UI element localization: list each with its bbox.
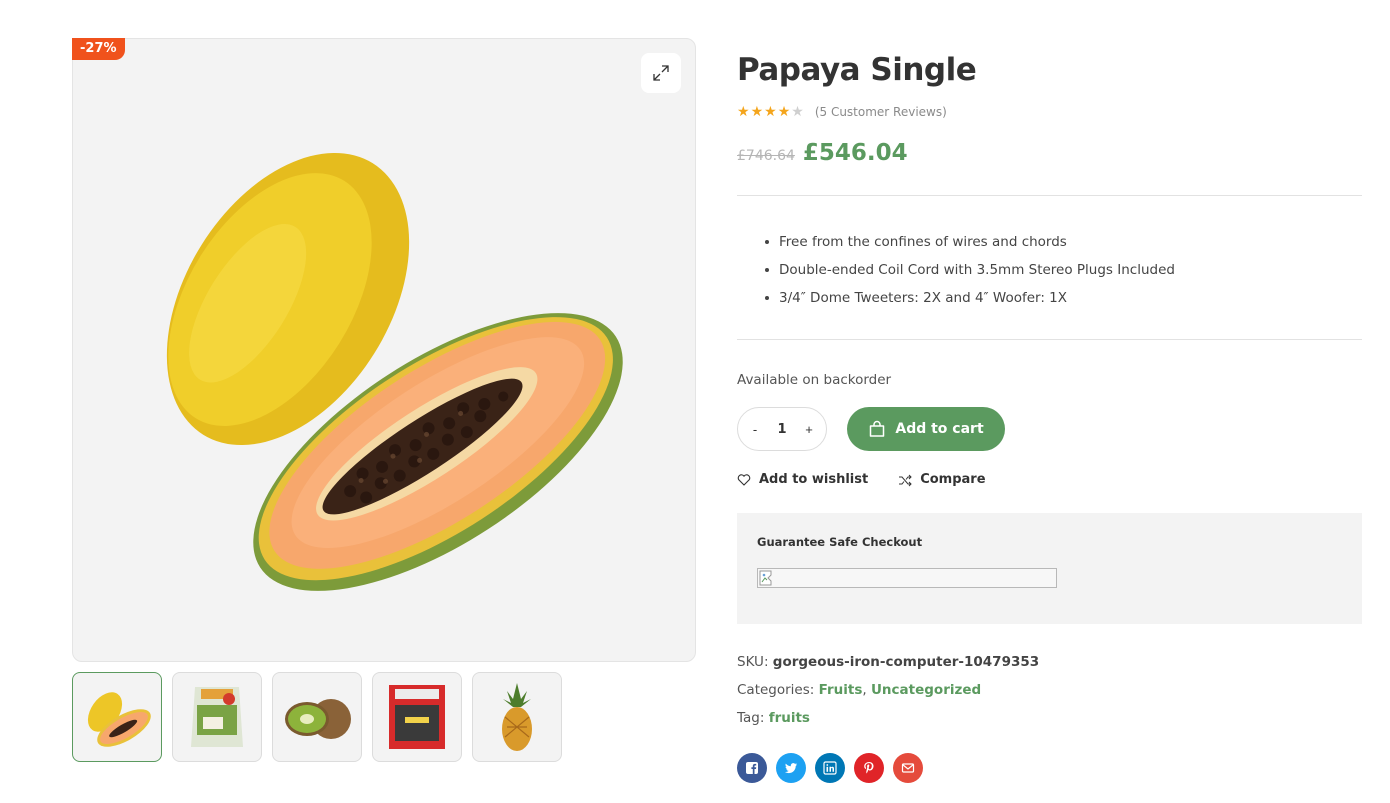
feature-item: 3/4″ Dome Tweeters: 2X and 4″ Woofer: 1X <box>765 284 1175 312</box>
stock-status: Available on backorder <box>737 372 892 388</box>
product-title: Papaya Single <box>737 52 977 88</box>
category-separator: , <box>862 682 867 698</box>
add-to-cart-label: Add to cart <box>895 421 984 437</box>
compare-button[interactable]: Compare <box>898 472 986 487</box>
thumbnail-pineapple[interactable] <box>472 672 562 762</box>
product-actions: Add to wishlist Compare <box>737 472 986 487</box>
share-twitter-button[interactable] <box>776 753 806 783</box>
old-price: £746.64 <box>737 148 795 164</box>
categories-row: Categories: Fruits, Uncategorized <box>737 676 1039 704</box>
pinterest-icon <box>864 762 874 774</box>
payment-methods-image <box>757 568 1057 588</box>
star-filled-icon: ★ <box>737 104 750 120</box>
red-pack-thumb-image <box>389 685 445 749</box>
product-rating: ★ ★ ★ ★ ★ (5 Customer Reviews) <box>737 104 947 120</box>
add-to-cart-button[interactable]: Add to cart <box>847 407 1005 451</box>
linkedin-icon <box>823 761 837 775</box>
discount-badge: -27% <box>72 38 125 60</box>
product-price: £746.64 £546.04 <box>737 140 908 166</box>
email-icon <box>901 763 915 773</box>
shuffle-icon <box>899 474 912 486</box>
sku-value: gorgeous-iron-computer-10479353 <box>772 654 1040 670</box>
category-link-fruits[interactable]: Fruits <box>819 682 863 698</box>
product-meta: SKU: gorgeous-iron-computer-10479353 Cat… <box>737 648 1039 732</box>
tag-label: Tag: <box>737 710 765 726</box>
sku-label: SKU: <box>737 654 769 670</box>
zoom-button[interactable] <box>641 53 681 93</box>
sale-price: £546.04 <box>802 140 908 166</box>
facebook-icon <box>746 762 758 774</box>
feature-list: Free from the confines of wires and chor… <box>765 228 1175 312</box>
feature-item: Free from the confines of wires and chor… <box>765 228 1175 256</box>
thumbnail-red-pack[interactable] <box>372 672 462 762</box>
twitter-icon <box>785 763 797 774</box>
papaya-image <box>166 152 623 591</box>
tag-row: Tag: fruits <box>737 704 1039 732</box>
thumbnail-kiwi[interactable] <box>272 672 362 762</box>
quantity-input[interactable] <box>768 421 796 437</box>
sku-row: SKU: gorgeous-iron-computer-10479353 <box>737 648 1039 676</box>
guarantee-box: Guarantee Safe Checkout <box>737 513 1362 624</box>
share-buttons <box>737 753 923 783</box>
share-facebook-button[interactable] <box>737 753 767 783</box>
rating-stars: ★ ★ ★ ★ ★ <box>737 104 804 120</box>
quantity-increase-button[interactable]: + <box>802 422 816 437</box>
broken-image-icon <box>759 570 772 586</box>
thumbnail-strip <box>72 672 562 762</box>
quantity-stepper: - + <box>737 407 827 451</box>
heart-icon <box>737 473 751 486</box>
shopping-bag-icon <box>870 420 885 437</box>
feature-item: Double-ended Coil Cord with 3.5mm Stereo… <box>765 256 1175 284</box>
guarantee-title: Guarantee Safe Checkout <box>757 535 923 549</box>
share-pinterest-button[interactable] <box>854 753 884 783</box>
pineapple-thumb-image <box>502 683 532 751</box>
star-empty-icon: ★ <box>791 104 804 120</box>
salad-bag-thumb-image <box>191 687 243 747</box>
thumbnail-papaya[interactable] <box>72 672 162 762</box>
share-linkedin-button[interactable] <box>815 753 845 783</box>
share-email-button[interactable] <box>893 753 923 783</box>
quantity-decrease-button[interactable]: - <box>748 422 762 437</box>
star-filled-icon: ★ <box>750 104 764 120</box>
divider <box>737 195 1362 196</box>
reviews-link[interactable]: (5 Customer Reviews) <box>815 105 947 119</box>
thumbnail-salad-bag[interactable] <box>172 672 262 762</box>
star-filled-icon: ★ <box>764 104 777 120</box>
divider <box>737 339 1362 340</box>
kiwi-thumb-image <box>285 699 351 739</box>
wishlist-label: Add to wishlist <box>759 472 869 487</box>
compare-label: Compare <box>920 472 986 487</box>
star-filled-icon: ★ <box>777 104 791 120</box>
tag-link-fruits[interactable]: fruits <box>769 710 810 726</box>
category-link-uncategorized[interactable]: Uncategorized <box>871 682 981 698</box>
product-main-image[interactable] <box>72 38 696 662</box>
papaya-thumb-image <box>87 692 151 747</box>
categories-label: Categories: <box>737 682 815 698</box>
add-to-wishlist-button[interactable]: Add to wishlist <box>737 472 868 487</box>
expand-icon <box>653 65 669 81</box>
